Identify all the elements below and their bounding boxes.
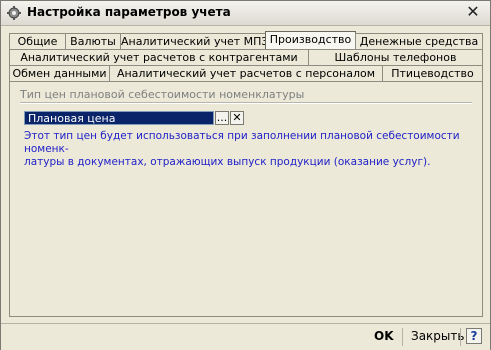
- price-type-field[interactable]: Плановая цена: [24, 111, 214, 125]
- select-button[interactable]: ...: [215, 111, 229, 125]
- tab-poultry[interactable]: Птицеводство: [382, 65, 483, 81]
- separator: [402, 328, 403, 346]
- group-divider: [20, 102, 472, 104]
- tab-general[interactable]: Общие: [9, 33, 66, 49]
- hint-line-2: латуры в документах, отражающих выпуск п…: [24, 156, 431, 168]
- help-button[interactable]: ?: [466, 328, 482, 344]
- close-window-button[interactable]: ✕: [464, 3, 482, 21]
- window-title: Настройка параметров учета: [27, 5, 231, 19]
- tab-phone-templates[interactable]: Шаблоны телефонов: [308, 49, 483, 65]
- production-panel: Тип цен плановой себестоимости номенклат…: [9, 81, 483, 317]
- hint-line-1: Этот тип цен будет использоваться при за…: [24, 130, 460, 155]
- title-bar[interactable]: Настройка параметров учета ✕: [1, 1, 490, 26]
- separator: [460, 328, 461, 346]
- close-button[interactable]: Закрыть: [411, 329, 464, 343]
- tab-production[interactable]: Производство: [265, 31, 356, 49]
- settings-window: Настройка параметров учета ✕ Обмен данны…: [0, 0, 491, 350]
- gear-icon: [7, 6, 21, 20]
- tab-inventory-analytics[interactable]: Аналитический учет МПЗ: [120, 33, 266, 49]
- tab-counterparty-settlements[interactable]: Аналитический учет расчетов с контрагент…: [9, 49, 309, 65]
- button-bar: OK Закрыть ?: [1, 323, 490, 350]
- group-title: Тип цен плановой себестоимости номенклат…: [20, 88, 305, 101]
- hint-text: Этот тип цен будет использоваться при за…: [24, 130, 464, 169]
- ok-button[interactable]: OK: [374, 329, 394, 343]
- tab-personnel-settlements[interactable]: Аналитический учет расчетов с персоналом: [109, 65, 383, 81]
- clear-button[interactable]: ✕: [230, 111, 244, 125]
- tab-cash[interactable]: Денежные средства: [355, 33, 483, 49]
- tab-currencies[interactable]: Валюты: [65, 33, 121, 49]
- tab-exchange[interactable]: Обмен данными: [9, 65, 110, 81]
